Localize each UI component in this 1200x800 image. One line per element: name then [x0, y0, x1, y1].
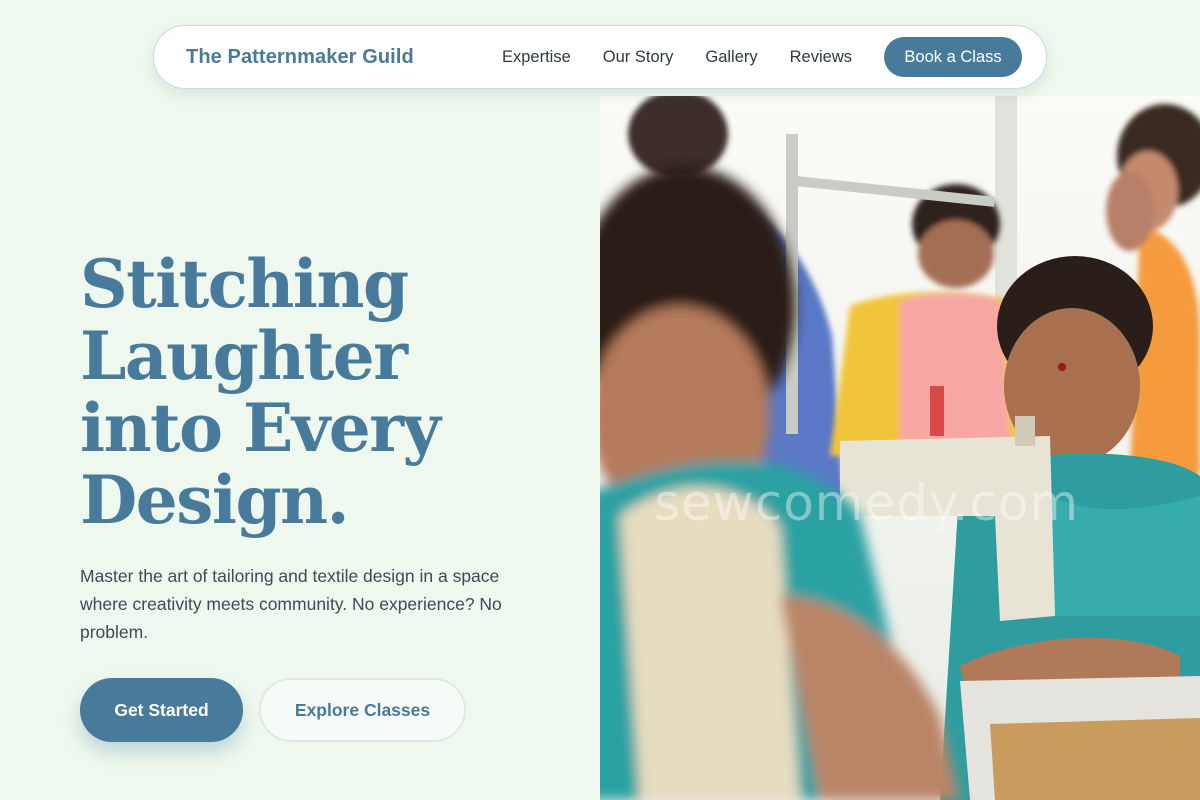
sewing-class-illustration — [600, 96, 1200, 800]
nav-link-reviews[interactable]: Reviews — [790, 48, 852, 67]
nav-link-our-story[interactable]: Our Story — [603, 48, 674, 67]
nav-links: Expertise Our Story Gallery Reviews — [502, 48, 852, 67]
hero-title-line: Stitching — [80, 245, 409, 323]
nav-link-gallery[interactable]: Gallery — [705, 48, 757, 67]
hero-title-line: Laughter — [80, 317, 408, 395]
hero-subtitle: Master the art of tailoring and textile … — [80, 566, 502, 642]
hero-title-line: Design. — [80, 461, 350, 539]
nav-link-expertise[interactable]: Expertise — [502, 48, 571, 67]
book-a-class-button[interactable]: Book a Class — [884, 37, 1022, 77]
hero-title: Stitching Laughter into Every Design. — [80, 248, 580, 536]
top-navbar: The Patternmaker Guild Expertise Our Sto… — [153, 25, 1047, 89]
explore-classes-button[interactable]: Explore Classes — [259, 678, 466, 742]
image-watermark: sewcomedy.com — [654, 474, 1080, 532]
get-started-button[interactable]: Get Started — [80, 678, 243, 742]
hero-photo: sewcomedy.com — [600, 96, 1200, 800]
brand-logo[interactable]: The Patternmaker Guild — [186, 46, 414, 69]
hero-title-line: into Every — [80, 389, 441, 467]
